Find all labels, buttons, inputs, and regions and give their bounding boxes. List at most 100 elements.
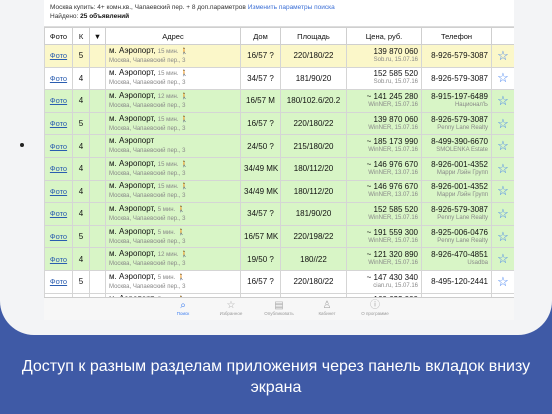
phone-value[interactable]: 8-925-006-0476 [425,228,488,237]
phone-value[interactable]: 8-926-579-3087 [425,205,488,214]
phone-cell[interactable]: 8-915-197-6489 Национал'Ь [421,89,492,113]
star-icon[interactable]: ☆ [497,274,509,289]
favorite-cell[interactable]: ☆ [491,44,514,68]
photo-link[interactable]: Фото [50,209,67,218]
favorite-cell[interactable]: ☆ [491,134,514,158]
photo-link[interactable]: Фото [50,187,67,196]
phone-cell[interactable]: 8-499-390-6670 SMOLENKA Estate [421,134,492,158]
tab-user[interactable]: ♙ Кабинет [303,298,351,320]
col-rooms[interactable]: К [72,27,90,45]
address-cell: м. Аэропорт, 5 мин. 🚶 Москва, Чапаевский… [105,269,241,294]
table-row[interactable]: Фото 4 м. Аэропорт, 15 мин. 🚶 Москва, Ча… [44,66,514,91]
col-area[interactable]: Площадь [280,27,347,45]
col-house[interactable]: Дом [240,27,281,45]
favorite-cell[interactable]: ☆ [491,202,514,226]
photo-link[interactable]: Фото [50,255,67,264]
photo-link[interactable]: Фото [50,142,67,151]
star-icon[interactable]: ☆ [497,138,509,153]
phone-cell[interactable]: 8-926-579-3087 Penny Lane Realty [421,202,492,226]
table-row[interactable]: Фото 4 м. Аэропорт, 15 мин. 🚶 Москва, Ча… [44,156,514,181]
favorite-cell[interactable]: ☆ [491,247,514,271]
agency-name: Penny Lane Realty [437,214,488,221]
favorite-cell[interactable]: ☆ [491,111,514,136]
sort-arrow-icon[interactable]: ▼ [89,27,106,45]
phone-value[interactable]: 8-499-390-6670 [425,137,488,146]
spacer-cell [89,247,106,271]
star-icon[interactable]: ☆ [497,183,509,198]
tab-star[interactable]: ☆ Избранное [207,298,255,320]
photo-link-cell[interactable]: Фото [44,66,73,91]
price-source: WinNER, 15.07.16 [368,124,418,131]
favorite-cell[interactable]: ☆ [491,156,514,181]
phone-value[interactable]: 8-926-001-4352 [425,160,488,169]
photo-link-cell[interactable]: Фото [44,202,73,226]
favorite-cell[interactable]: ☆ [491,66,514,91]
phone-value[interactable]: 8-926-001-4352 [425,182,488,191]
phone-value[interactable]: 8-926-579-3087 [425,51,488,60]
photo-link-cell[interactable]: Фото [44,269,73,294]
col-price[interactable]: Цена, руб. [346,27,422,45]
found-label: Найдено: [50,13,79,20]
table-row[interactable]: Фото 4 м. Аэропорт, 15 мин. 🚶 Москва, Ча… [44,179,514,204]
photo-link[interactable]: Фото [50,51,67,60]
star-icon[interactable]: ☆ [497,161,509,176]
star-icon[interactable]: ☆ [497,251,509,266]
photo-link[interactable]: Фото [50,74,67,83]
photo-link[interactable]: Фото [50,232,67,241]
table-row[interactable]: Фото 4 м. Аэропорт, 5 мин. 🚶 Москва, Чап… [44,202,514,226]
star-icon[interactable]: ☆ [497,48,509,63]
change-search-link[interactable]: Изменить параметры поиска [248,4,335,11]
table-row[interactable]: Фото 5 м. Аэропорт, 15 мин. 🚶 Москва, Ча… [44,44,514,68]
search-query: Москва купить: 4+ комн.кв., Чапаевский п… [50,4,246,11]
phone-cell[interactable]: 8-926-001-4352 Марри Лэйн Групп [421,156,492,181]
photo-link[interactable]: Фото [50,164,67,173]
photo-link-cell[interactable]: Фото [44,179,73,204]
phone-cell[interactable]: 8-926-579-3087 [421,66,492,91]
photo-link-cell[interactable]: Фото [44,111,73,136]
price-cell: ~ 191 559 300 WinNER, 15.07.16 [346,224,422,249]
tab-info[interactable]: ⓘ О программе [351,298,399,320]
favorite-cell[interactable]: ☆ [491,179,514,204]
table-row[interactable]: Фото 4 м. Аэропорт, 12 мин. 🚶 Москва, Ча… [44,89,514,113]
col-photo[interactable]: Фото [44,27,73,45]
phone-cell[interactable]: 8-495-120-2441 [421,269,492,294]
phone-value[interactable]: 8-915-197-6489 [425,92,488,101]
table-row[interactable]: Фото 5 м. Аэропорт, 15 мин. 🚶 Москва, Ча… [44,111,514,136]
phone-cell[interactable]: 8-926-470-4851 Usadba [421,247,492,271]
table-row[interactable]: Фото 5 м. Аэропорт, 5 мин. 🚶 Москва, Чап… [44,269,514,294]
photo-link-cell[interactable]: Фото [44,134,73,158]
photo-link[interactable]: Фото [50,96,67,105]
price-source: cian.ru, 15.07.16 [373,282,418,289]
photo-link-cell[interactable]: Фото [44,44,73,68]
phone-cell[interactable]: 8-926-579-3087 [421,44,492,68]
photo-link-cell[interactable]: Фото [44,156,73,181]
photo-link-cell[interactable]: Фото [44,247,73,271]
phone-cell[interactable]: 8-926-579-3087 Penny Lane Realty [421,111,492,136]
phone-cell[interactable]: 8-925-006-0476 Penny Lane Realty [421,224,492,249]
favorite-cell[interactable]: ☆ [491,269,514,294]
photo-link-cell[interactable]: Фото [44,89,73,113]
star-icon[interactable]: ☆ [497,70,509,85]
star-icon[interactable]: ☆ [497,206,509,221]
star-icon[interactable]: ☆ [497,93,509,108]
phone-cell[interactable]: 8-926-001-4352 Марри Лэйн Групп [421,179,492,204]
favorite-cell[interactable]: ☆ [491,89,514,113]
col-phone[interactable]: Телефон [421,27,492,45]
tab-clipboard[interactable]: ▤ Опубликовать [255,298,303,320]
photo-link[interactable]: Фото [50,277,67,286]
phone-value[interactable]: 8-926-579-3087 [425,115,488,124]
agency-name: Usadba [467,260,488,267]
star-icon[interactable]: ☆ [497,229,509,244]
table-row[interactable]: Фото 5 м. Аэропорт, 5 мин. 🚶 Москва, Чап… [44,224,514,249]
favorite-cell[interactable]: ☆ [491,224,514,249]
photo-link[interactable]: Фото [50,119,67,128]
phone-value[interactable]: 8-926-579-3087 [425,74,488,83]
photo-link-cell[interactable]: Фото [44,224,73,249]
col-address[interactable]: Адрес [105,27,241,45]
phone-value[interactable]: 8-926-470-4851 [425,250,488,259]
phone-value[interactable]: 8-495-120-2441 [425,277,488,286]
star-icon[interactable]: ☆ [497,116,509,131]
table-row[interactable]: Фото 4 м. Аэропорт, 12 мин. 🚶 Москва, Ча… [44,247,514,271]
tab-search[interactable]: ⌕ Поиск [159,298,207,320]
table-row[interactable]: Фото 4 м. Аэропорт Москва, Чапаевский пе… [44,134,514,158]
